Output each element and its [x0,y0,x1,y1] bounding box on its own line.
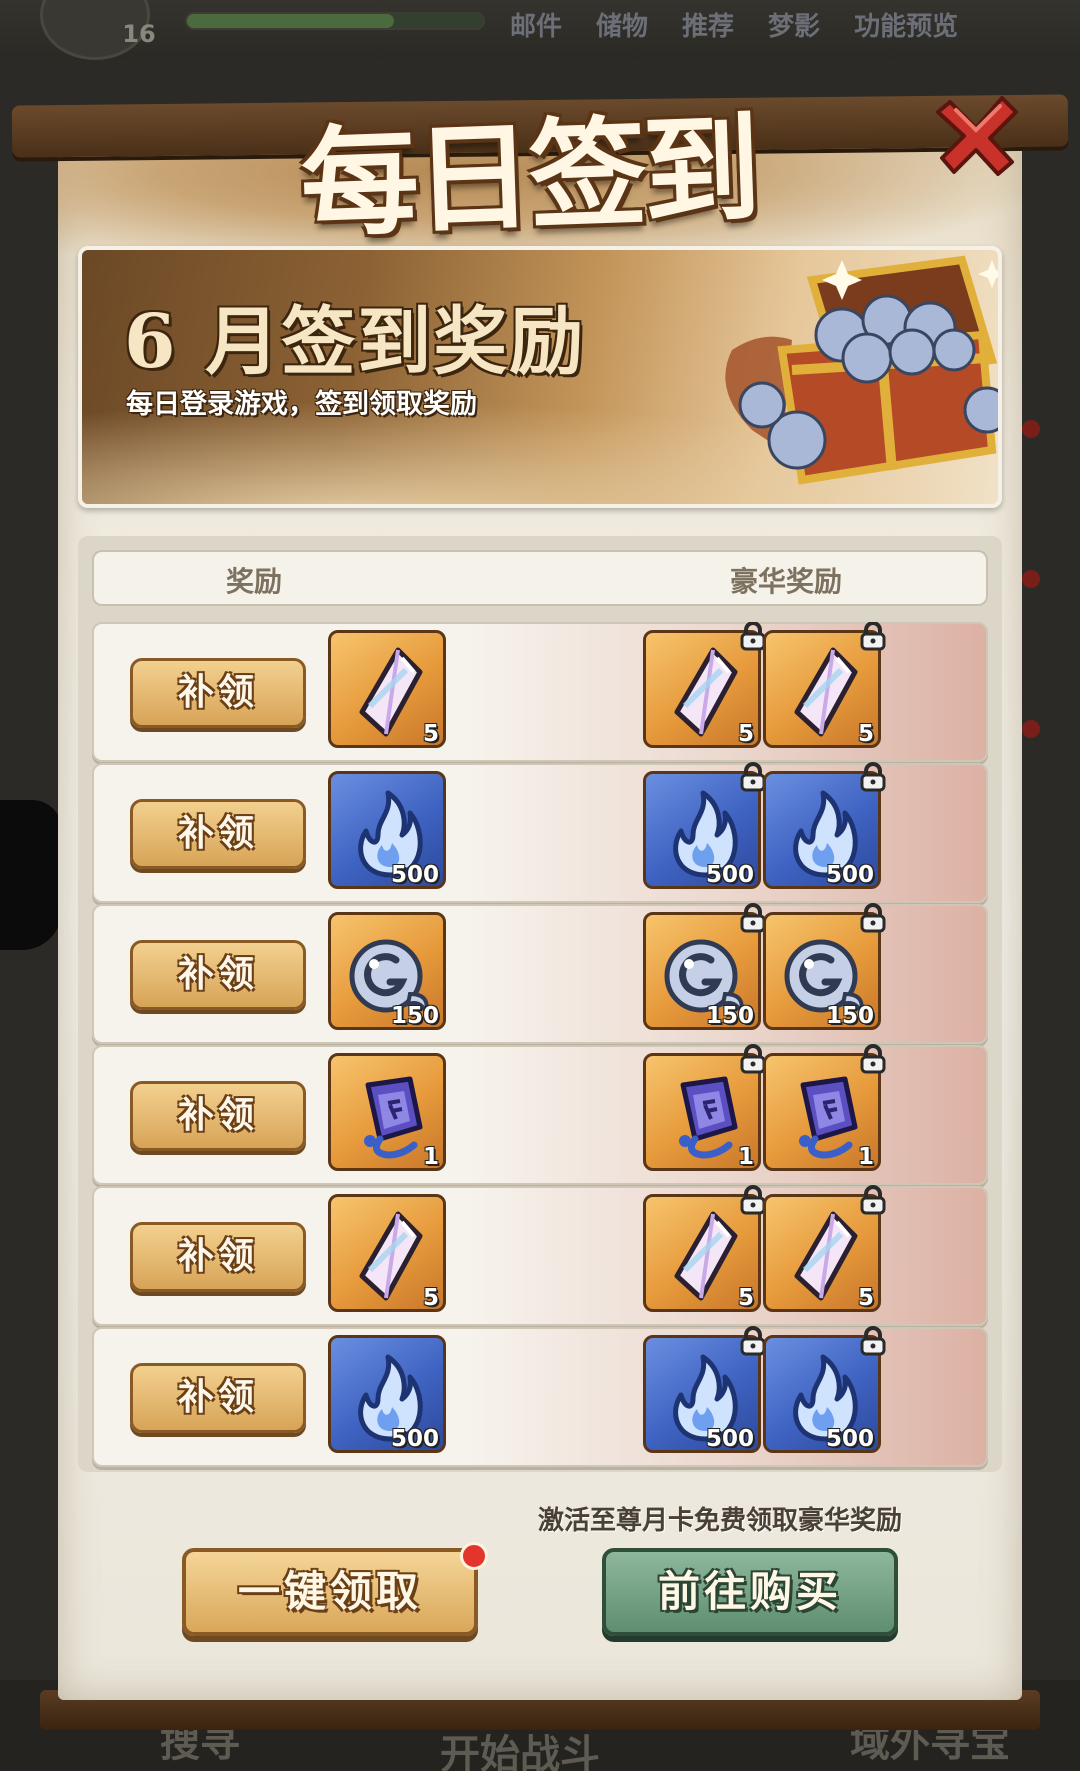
item-count: 150 [705,1003,754,1029]
reclaim-button-label: 补领 [177,1094,258,1136]
banner-title: 6 月签到奖励 [124,299,586,385]
claim-notification-dot [460,1542,488,1570]
deluxe-reward-item[interactable]: 5 [643,1185,766,1312]
item-count: 150 [825,1003,874,1029]
item-count: 1 [857,1144,874,1170]
lock-icon [860,1044,886,1074]
item-count: 1 [737,1144,754,1170]
item-count: 500 [705,862,754,888]
reward-row: 补领 5 5 5 [92,622,988,762]
close-button[interactable] [936,92,1022,178]
lock-icon [860,1326,886,1356]
deluxe-reward-item[interactable]: 150 [643,903,766,1030]
deluxe-reward-item[interactable]: 500 [763,1326,886,1453]
item-count: 500 [825,862,874,888]
monthly-card-hint: 激活至尊月卡免费领取豪华奖励 [538,1506,903,1536]
reward-table[interactable]: 奖励 豪华奖励 补领 5 5 5 补领 500 500 500 补领 150 150 150 补领 1 1 1… [78,536,1002,1472]
deluxe-reward-item[interactable]: 5 [763,1185,886,1312]
reward-row: 补领 1 1 1 [92,1044,988,1185]
menu-storage: 储物 [596,12,649,42]
reclaim-button-label: 补领 [177,953,258,995]
background-shadow [0,800,62,950]
reclaim-button[interactable]: 补领 [130,1222,306,1292]
deluxe-reward-item[interactable]: 150 [763,903,886,1030]
item-count: 5 [857,1285,874,1311]
deluxe-reward-item[interactable]: 500 [643,1326,766,1453]
side-notification-dot [1022,420,1040,438]
item-count: 5 [422,721,439,747]
item-count: 5 [737,721,754,747]
deluxe-reward-item[interactable]: 500 [763,762,886,889]
lock-icon [860,903,886,933]
reclaim-button[interactable]: 补领 [130,658,306,728]
banner-subtitle: 每日登录游戏，签到领取奖励 [126,389,477,420]
treasure-chest-icon [725,255,998,485]
menu-dream: 梦影 [768,12,821,42]
item-count: 150 [390,1003,439,1029]
background-top-menu: 邮件 储物 推荐 梦影 功能预览 [510,6,958,43]
item-count: 500 [390,862,439,888]
deluxe-reward-item[interactable]: 500 [643,762,766,889]
reclaim-button[interactable]: 补领 [130,1363,306,1433]
item-count: 500 [705,1426,754,1452]
reclaim-button[interactable]: 补领 [130,799,306,869]
reward-item[interactable]: 1 [328,1053,446,1171]
close-icon [936,96,1018,176]
item-count: 5 [737,1285,754,1311]
claim-all-button[interactable]: 一键领取 [182,1548,478,1636]
item-count: 500 [825,1426,874,1452]
reclaim-button-label: 补领 [177,671,258,713]
side-notification-dot [1022,570,1040,588]
reward-row: 补领 5 5 5 [92,1185,988,1326]
go-buy-button[interactable]: 前往购买 [602,1548,898,1636]
monthly-banner: 6 月签到奖励 每日登录游戏，签到领取奖励 [78,246,1002,508]
reclaim-button-label: 补领 [177,812,258,854]
menu-recommend: 推荐 [682,12,735,42]
column-deluxe-label: 豪华奖励 [730,565,843,598]
deluxe-reward-item[interactable]: 1 [643,1044,766,1171]
deluxe-reward-item[interactable]: 5 [643,622,766,748]
reward-item[interactable]: 500 [328,771,446,889]
table-header: 奖励 豪华奖励 [92,550,988,606]
lock-icon [860,762,886,792]
reward-item[interactable]: 500 [328,1335,446,1453]
reward-item[interactable]: 150 [328,912,446,1030]
player-level: 16 [122,20,156,48]
deluxe-reward-item[interactable]: 1 [763,1044,886,1171]
reclaim-button[interactable]: 补领 [130,940,306,1010]
reclaim-button[interactable]: 补领 [130,1081,306,1151]
reward-item[interactable]: 5 [328,630,446,748]
menu-mail: 邮件 [510,12,563,42]
side-notification-dot [1022,720,1040,738]
reward-row: 补领 500 500 500 [92,762,988,903]
lock-icon [860,1185,886,1215]
lock-icon [860,622,886,651]
experience-bar [185,12,485,30]
item-count: 1 [422,1144,439,1170]
reward-row: 补领 150 150 150 [92,903,988,1044]
claim-all-label: 一键领取 [237,1567,422,1616]
reclaim-button-label: 补领 [177,1235,258,1277]
reclaim-button-label: 补领 [177,1376,258,1418]
column-reward-label: 奖励 [226,565,283,598]
reward-row: 补领 500 500 500 [92,1326,988,1467]
deluxe-reward-item[interactable]: 5 [763,622,886,748]
go-buy-label: 前往购买 [657,1567,842,1616]
reward-item[interactable]: 5 [328,1194,446,1312]
menu-preview: 功能预览 [854,12,959,42]
item-count: 5 [857,721,874,747]
item-count: 5 [422,1285,439,1311]
reward-row-list[interactable]: 补领 5 5 5 补领 500 500 500 补领 150 150 150 补领 1 1 1 补领 5 5 5 补领 5… [78,622,1002,1472]
dialog-title: 每日签到 [298,98,760,254]
item-count: 500 [390,1426,439,1452]
